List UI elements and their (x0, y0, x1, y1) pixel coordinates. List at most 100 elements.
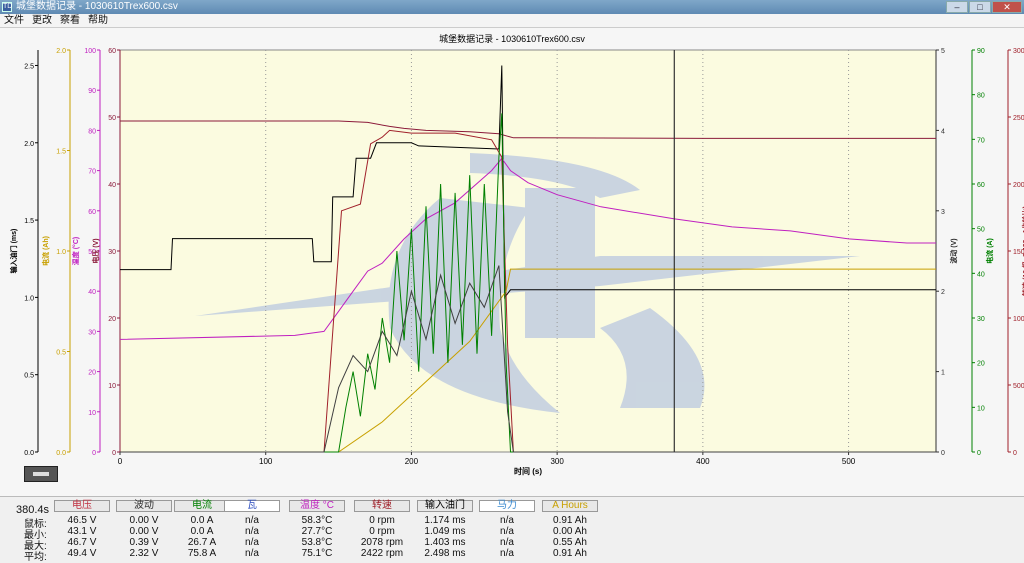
y-tick-label: 30 (108, 249, 116, 256)
y-tick-label: 20 (108, 316, 116, 323)
menu-bar: 文件 更改 察看 帮助 (0, 14, 1024, 28)
title-bar: TD 城堡数据记录 - 1030610Trex600.csv – □ ✕ (0, 0, 1024, 14)
y-tick-label: 3 (941, 209, 945, 216)
y-tick-label: 1.0 (24, 295, 34, 302)
y-tick-label: 500 (1013, 383, 1024, 390)
y-tick-label: 2 (941, 289, 945, 296)
stats-value: 1.174 ms (424, 515, 466, 526)
stats-value: 0.91 Ah (553, 515, 587, 526)
y-tick-label: 90 (977, 48, 985, 55)
y-tick-label: 60 (977, 182, 985, 189)
y-axis-title: 电压 (V) (91, 238, 100, 263)
stats-header[interactable]: 温度 °C (289, 500, 345, 512)
stats-value: 0 rpm (369, 515, 395, 526)
minimize-button[interactable]: – (946, 1, 968, 13)
menu-file[interactable]: 文件 (0, 14, 28, 28)
y-tick-label: 40 (977, 271, 985, 278)
y-tick-label: 1.0 (56, 249, 66, 256)
stats-value: 0.91 Ah (553, 548, 587, 559)
y-tick-label: 1.5 (24, 218, 34, 225)
y-tick-label: 0 (941, 450, 945, 457)
menu-view[interactable]: 察看 (56, 14, 84, 28)
y-tick-label: 90 (88, 88, 96, 95)
menu-edit[interactable]: 更改 (28, 14, 56, 28)
y-tick-label: 20 (88, 370, 96, 377)
y-tick-label: 2.0 (24, 141, 34, 148)
stats-value: 53.8°C (301, 537, 333, 548)
stats-value: 2.32 V (129, 548, 159, 559)
stats-value: 0.55 Ah (553, 537, 587, 548)
y-tick-label: 30 (88, 329, 96, 336)
y-tick-label: 1000 (1013, 316, 1024, 323)
chart-title: 城堡数据记录 - 1030610Trex600.csv (439, 33, 585, 44)
stats-value: 2078 rpm (360, 537, 404, 548)
y-axis-title: 电流 (A) (985, 238, 994, 264)
y-tick-label: 40 (108, 182, 116, 189)
stats-value: 75.8 A (187, 548, 217, 559)
close-button[interactable]: ✕ (992, 1, 1022, 13)
y-tick-label: 10 (977, 405, 985, 412)
y-tick-label: 80 (88, 128, 96, 135)
y-tick-label: 0 (1013, 450, 1017, 457)
y-tick-label: 100 (84, 48, 96, 55)
y-tick-label: 1.5 (56, 149, 66, 156)
stats-value: 0.00 V (129, 526, 159, 537)
y-tick-label: 50 (977, 227, 985, 234)
stats-header[interactable]: 电流 (174, 500, 230, 512)
x-tick-label: 300 (550, 457, 564, 466)
stats-value: n/a (245, 515, 259, 526)
stats-panel: 380.4s 电压 波动 电流瓦温度 °C 转速 输入油门 马力 A Hours 鼠标: 46… (0, 496, 1024, 563)
stats-value: 75.1°C (301, 548, 333, 559)
stats-header[interactable]: 电压 (54, 500, 110, 512)
stats-row-label: 平均: (24, 552, 47, 563)
y-tick-label: 1 (941, 370, 945, 377)
stats-value: n/a (500, 537, 514, 548)
y-tick-label: 0.0 (24, 450, 34, 457)
y-tick-label: 0 (112, 450, 116, 457)
stats-header[interactable]: 马力 (479, 500, 535, 512)
stats-header[interactable]: 瓦 (224, 500, 280, 512)
y-tick-label: 4 (941, 128, 945, 135)
y-tick-label: 10 (88, 410, 96, 417)
maximize-button[interactable]: □ (969, 1, 991, 13)
chart[interactable]: 0 100 200 300 400 5000.00.51.01.52.02.5输入油门 (… (0, 28, 1024, 496)
y-tick-label: 2000 (1013, 182, 1024, 189)
stats-value: 0.00 Ah (553, 526, 587, 537)
stats-value: 27.7°C (301, 526, 333, 537)
stats-value: 0.0 A (190, 515, 214, 526)
x-tick-label: 200 (405, 457, 419, 466)
app-icon: TD (2, 2, 13, 12)
y-tick-label: 60 (108, 48, 116, 55)
stats-value: n/a (245, 526, 259, 537)
y-tick-label: 10 (108, 383, 116, 390)
stats-header[interactable]: 输入油门 (417, 500, 473, 512)
y-tick-label: 80 (977, 93, 985, 100)
stats-value: 0.00 V (129, 515, 159, 526)
x-tick-label: 100 (259, 457, 273, 466)
y-tick-label: 60 (88, 209, 96, 216)
y-axis-title: 输入油门 (ms) (9, 229, 18, 274)
stats-value: 1.049 ms (424, 526, 466, 537)
stats-value: 43.1 V (67, 526, 97, 537)
stats-value: 2.498 ms (424, 548, 466, 559)
y-axis-title: 波动 (V) (949, 238, 958, 263)
menu-help[interactable]: 帮助 (84, 14, 112, 28)
y-tick-label: 20 (977, 361, 985, 368)
y-tick-label: 2500 (1013, 115, 1024, 122)
y-tick-label: 3000 (1013, 48, 1024, 55)
x-tick-label: 0 (118, 457, 123, 466)
stats-value: 46.5 V (67, 515, 97, 526)
stats-header[interactable]: 转速 (354, 500, 410, 512)
stats-header[interactable]: A Hours (542, 500, 598, 512)
y-tick-label: 50 (108, 115, 116, 122)
stats-value: 2422 rpm (360, 548, 404, 559)
stats-value: 0.39 V (129, 537, 159, 548)
y-tick-label: 0.5 (24, 373, 34, 380)
window-title: 城堡数据记录 - 1030610Trex600.csv (16, 1, 178, 12)
stats-header[interactable]: 波动 (116, 500, 172, 512)
stats-value: 0 rpm (369, 526, 395, 537)
x-axis-title: 时间 (s) (514, 466, 542, 476)
y-tick-label: 40 (88, 289, 96, 296)
x-tick-label: 400 (696, 457, 710, 466)
scroll-control[interactable] (24, 466, 58, 482)
